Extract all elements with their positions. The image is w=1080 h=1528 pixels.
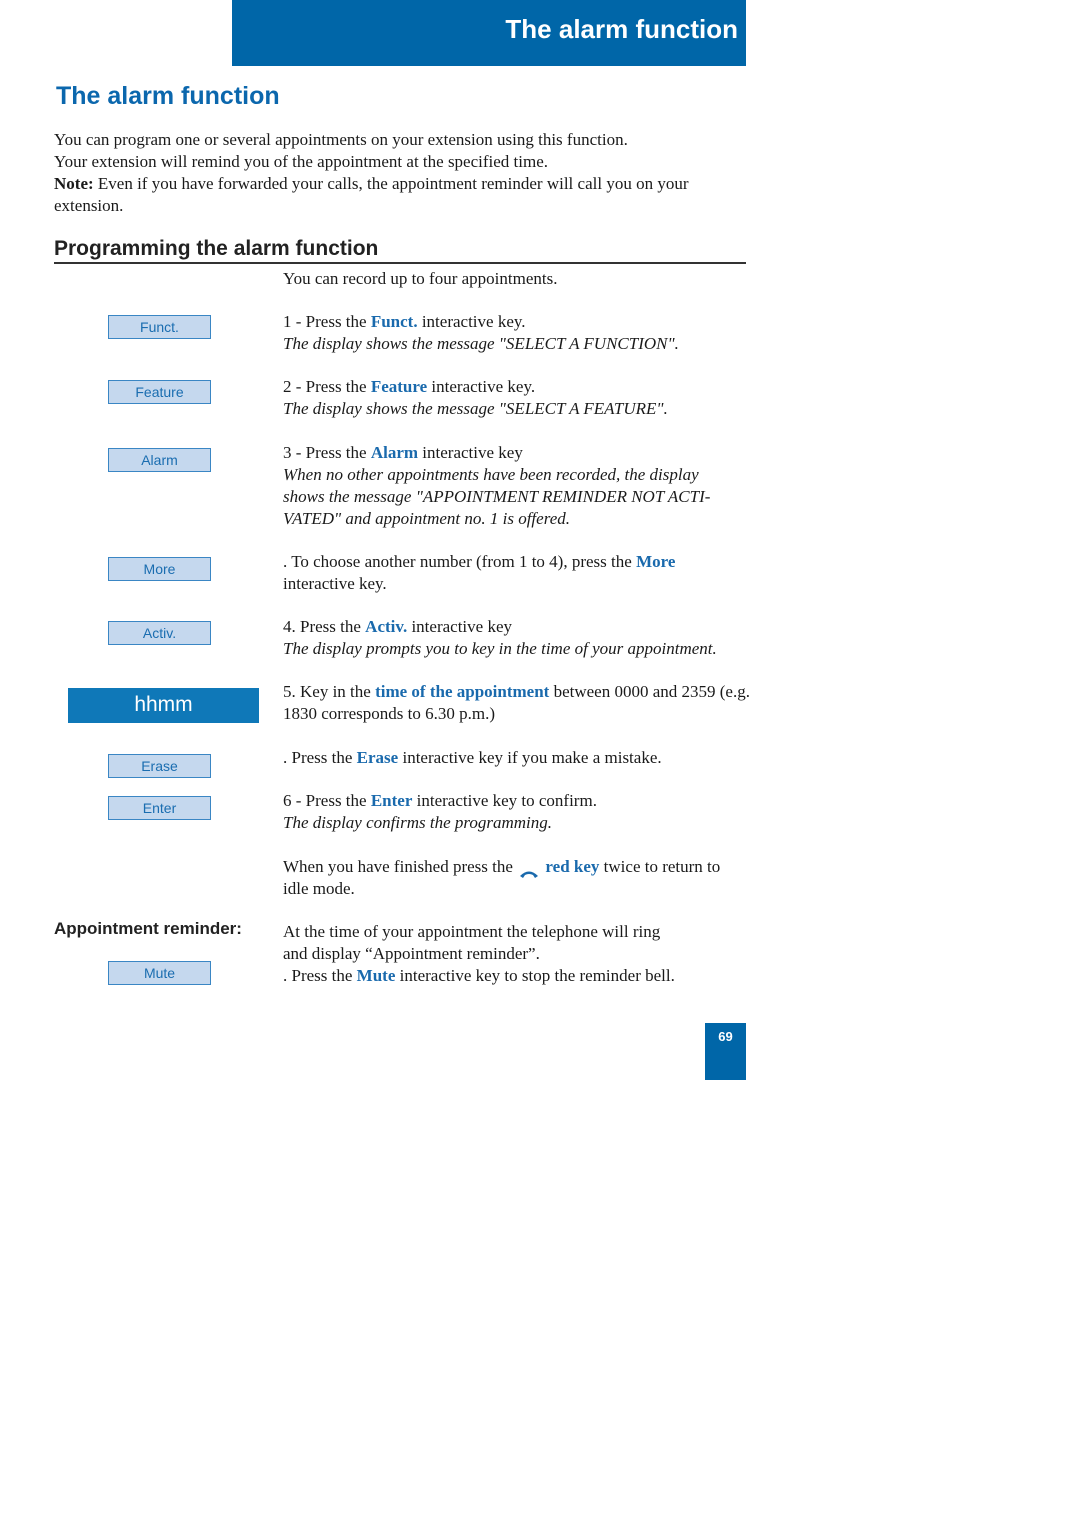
- step-text: interactive key to confirm.: [412, 791, 597, 810]
- step-5: 5. Key in the time of the appointment be…: [283, 681, 753, 725]
- step-3-note: When no other appointments have been rec…: [283, 465, 711, 528]
- page-number-tab: 69: [705, 1023, 746, 1080]
- step-text: 5. Key in the: [283, 682, 376, 701]
- step-text: interactive key.: [417, 312, 526, 331]
- step-text: . Press the: [283, 966, 357, 985]
- step-text: . Press the: [283, 748, 357, 767]
- appointment-reminder-label: Appointment reminder:: [54, 919, 242, 938]
- step-1-text: 1 - Press the Funct. interactive key.: [283, 311, 753, 333]
- step-text: 4. Press the: [283, 617, 366, 636]
- step-2-text: 2 - Press the Feature interactive key.: [283, 376, 753, 398]
- step-finish-text: When you have finished press the red key…: [283, 856, 738, 900]
- step-5-text: 5. Key in the time of the appointment be…: [283, 681, 753, 725]
- step-4-text: 4. Press the Activ. interactive key: [283, 616, 753, 638]
- time-display: hhmm: [68, 688, 259, 723]
- note-text: Even if you have forwarded your calls, t…: [54, 174, 689, 215]
- step-erase: . Press the Erase interactive key if you…: [283, 747, 753, 769]
- record-info: You can record up to four appointments.: [283, 268, 753, 290]
- activ-key[interactable]: Activ.: [108, 621, 211, 645]
- step-text: When you have finished press the: [283, 857, 518, 876]
- step-text: 6 - Press the: [283, 791, 371, 810]
- alarm-key[interactable]: Alarm: [108, 448, 211, 472]
- step-text: interactive key: [407, 617, 512, 636]
- intro-line: Your extension will remind you of the ap…: [54, 152, 549, 171]
- step-text: 1 - Press the: [283, 312, 371, 331]
- feature-key[interactable]: Feature: [108, 380, 211, 404]
- record-text: You can record up to four appointments.: [283, 269, 558, 288]
- key-ref: Activ.: [365, 617, 408, 636]
- header-title: The alarm function: [505, 14, 738, 44]
- step-6-note: The display confirms the programming.: [283, 813, 553, 832]
- intro-paragraph: You can program one or several appointme…: [54, 129, 734, 217]
- step-text: . To choose another number (from 1 to 4)…: [283, 552, 637, 571]
- step-1-note: The display shows the message "SELECT A …: [283, 334, 679, 353]
- key-ref: Feature: [370, 377, 428, 396]
- step-text: 2 - Press the: [283, 377, 371, 396]
- step-6: 6 - Press the Enter interactive key to c…: [283, 790, 753, 834]
- key-ref: red key: [545, 857, 600, 876]
- header-band: The alarm function: [232, 0, 746, 66]
- reminder-mute-text: . Press the Mute interactive key to stop…: [283, 965, 753, 987]
- step-4-note: The display prompts you to key in the ti…: [283, 639, 717, 658]
- step-reminder: At the time of your appointment the tele…: [283, 921, 753, 987]
- step-text: interactive key to stop the reminder bel…: [395, 966, 675, 985]
- step-2: 2 - Press the Feature interactive key. T…: [283, 376, 753, 420]
- funct-key[interactable]: Funct.: [108, 315, 211, 339]
- key-ref: Alarm: [370, 443, 419, 462]
- step-text: interactive key.: [283, 574, 387, 593]
- mute-key[interactable]: Mute: [108, 961, 211, 985]
- step-finish: When you have finished press the red key…: [283, 856, 738, 900]
- enter-key[interactable]: Enter: [108, 796, 211, 820]
- key-ref: Enter: [370, 791, 413, 810]
- intro-line: You can program one or several appointme…: [54, 130, 628, 149]
- step-text: interactive key if you make a mistake.: [398, 748, 662, 767]
- reminder-line: and display “Appointment reminder”.: [283, 944, 540, 963]
- step-3: 3 - Press the Alarm interactive key When…: [283, 442, 753, 530]
- key-ref: More: [636, 552, 676, 571]
- step-4: 4. Press the Activ. interactive key The …: [283, 616, 753, 660]
- step-text: interactive key: [418, 443, 523, 462]
- step-text: interactive key.: [427, 377, 536, 396]
- key-ref: Mute: [356, 966, 396, 985]
- key-ref: Erase: [356, 748, 399, 767]
- note-label: Note:: [54, 174, 94, 193]
- reminder-line: At the time of your appointment the tele…: [283, 922, 661, 941]
- step-text: 3 - Press the: [283, 443, 371, 462]
- step-1: 1 - Press the Funct. interactive key. Th…: [283, 311, 753, 355]
- note: Note: Even if you have forwarded your ca…: [54, 173, 734, 217]
- step-2-note: The display shows the message "SELECT A …: [283, 399, 668, 418]
- hang-up-phone-icon: [519, 863, 539, 879]
- step-3-text: 3 - Press the Alarm interactive key: [283, 442, 753, 464]
- step-more-text: . To choose another number (from 1 to 4)…: [283, 551, 723, 595]
- more-key[interactable]: More: [108, 557, 211, 581]
- step-erase-text: . Press the Erase interactive key if you…: [283, 747, 753, 769]
- section-heading: Programming the alarm function: [54, 237, 746, 264]
- erase-key[interactable]: Erase: [108, 754, 211, 778]
- key-ref: time of the appointment: [375, 682, 550, 701]
- key-ref: Funct.: [370, 312, 418, 331]
- step-more: . To choose another number (from 1 to 4)…: [283, 551, 723, 595]
- page-title: The alarm function: [56, 82, 280, 110]
- page-number: 69: [718, 1029, 733, 1044]
- step-6-text: 6 - Press the Enter interactive key to c…: [283, 790, 753, 812]
